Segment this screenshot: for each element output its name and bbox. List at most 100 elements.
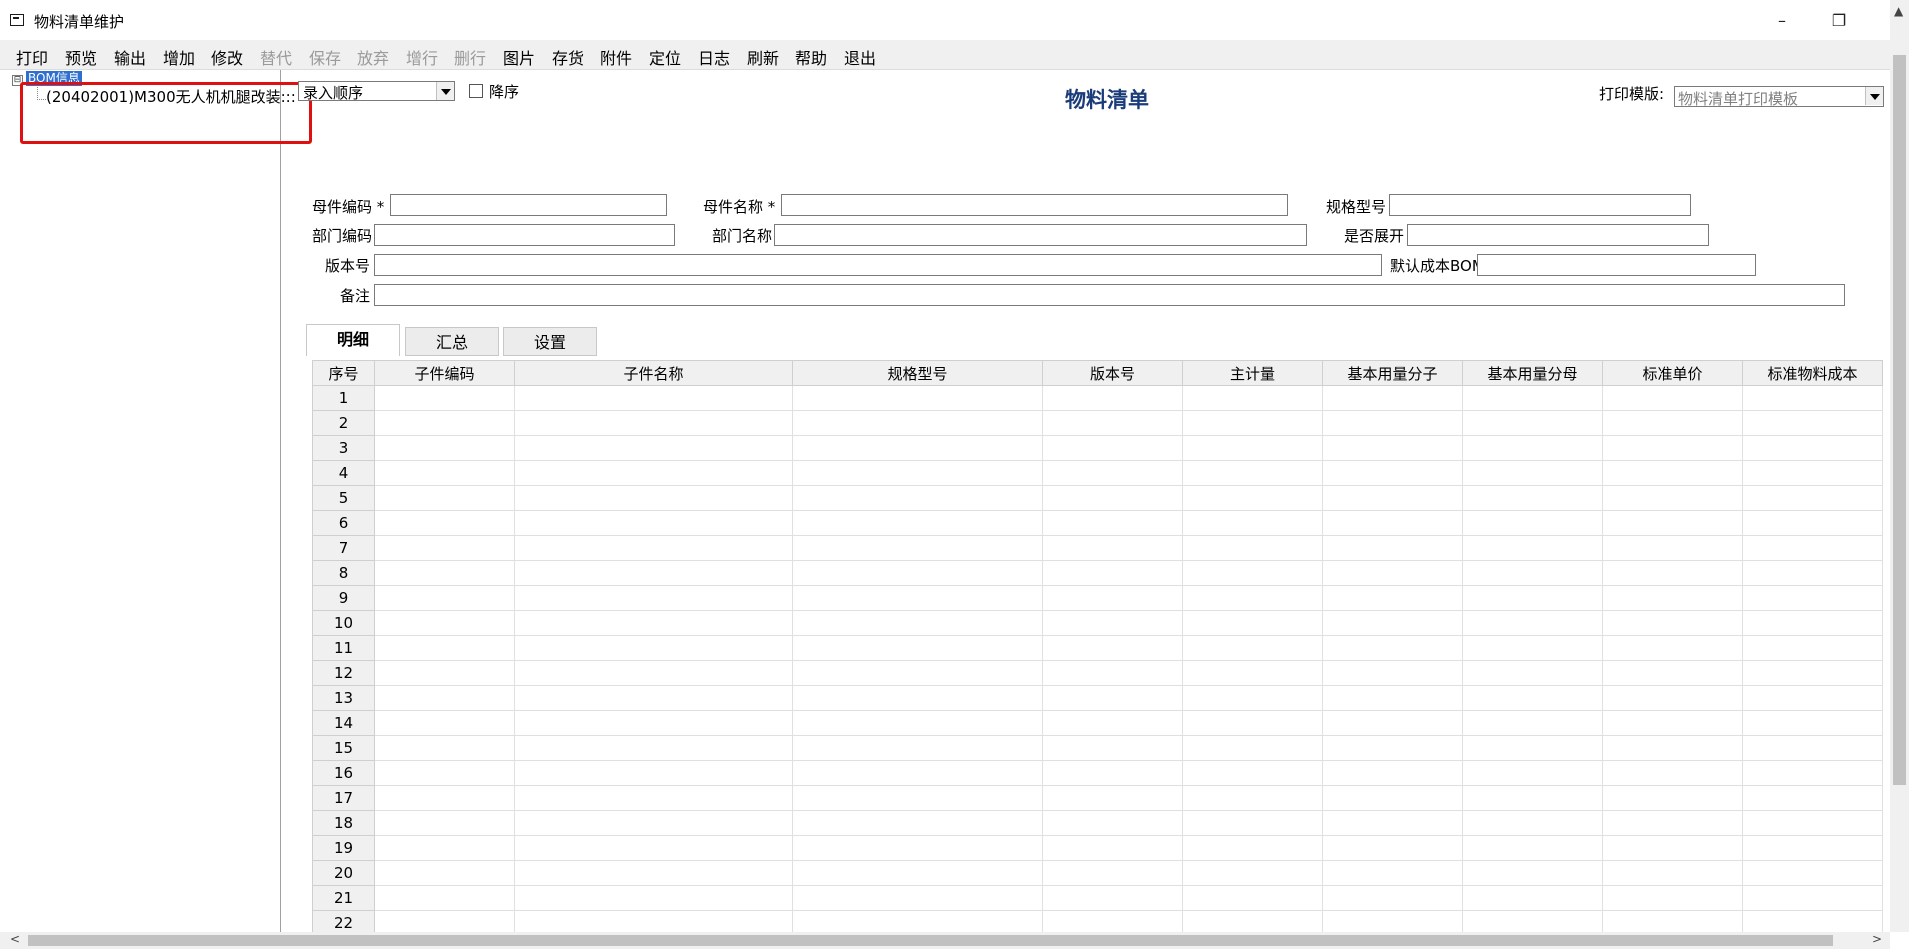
table-cell[interactable] bbox=[1042, 885, 1183, 911]
table-cell[interactable] bbox=[1602, 510, 1743, 536]
table-cell[interactable] bbox=[1462, 810, 1603, 836]
table-cell[interactable] bbox=[1322, 435, 1463, 461]
table-cell[interactable] bbox=[1322, 685, 1463, 711]
table-cell[interactable] bbox=[514, 810, 793, 836]
table-cell[interactable] bbox=[1462, 685, 1603, 711]
version-field[interactable] bbox=[374, 254, 1382, 276]
table-cell[interactable] bbox=[374, 810, 515, 836]
table-cell[interactable] bbox=[1322, 885, 1463, 911]
table-cell[interactable] bbox=[1182, 785, 1323, 811]
table-cell[interactable] bbox=[514, 460, 793, 486]
table-row[interactable]: 2 bbox=[312, 410, 1883, 436]
table-cell[interactable] bbox=[374, 835, 515, 861]
column-header[interactable]: 标准物料成本 bbox=[1742, 360, 1883, 386]
table-cell[interactable] bbox=[1462, 760, 1603, 786]
table-row[interactable]: 21 bbox=[312, 885, 1883, 911]
table-cell[interactable] bbox=[374, 535, 515, 561]
table-cell[interactable] bbox=[1462, 560, 1603, 586]
table-cell[interactable] bbox=[1602, 460, 1743, 486]
table-cell[interactable] bbox=[1042, 560, 1183, 586]
table-cell[interactable] bbox=[514, 885, 793, 911]
table-cell[interactable] bbox=[1322, 710, 1463, 736]
table-cell[interactable] bbox=[1182, 585, 1323, 611]
table-cell[interactable] bbox=[792, 735, 1043, 761]
table-row[interactable]: 15 bbox=[312, 735, 1883, 761]
column-header[interactable]: 子件编码 bbox=[374, 360, 515, 386]
table-cell[interactable] bbox=[374, 685, 515, 711]
menu-log[interactable]: 日志 bbox=[698, 45, 730, 69]
table-cell[interactable] bbox=[514, 610, 793, 636]
table-cell[interactable] bbox=[1322, 810, 1463, 836]
chevron-down-icon[interactable] bbox=[1865, 87, 1883, 105]
table-cell[interactable] bbox=[1182, 535, 1323, 561]
restore-button[interactable]: ❐ bbox=[1819, 6, 1859, 36]
table-row[interactable]: 7 bbox=[312, 535, 1883, 561]
table-cell[interactable] bbox=[1322, 660, 1463, 686]
table-cell[interactable] bbox=[1042, 835, 1183, 861]
table-cell[interactable] bbox=[1602, 810, 1743, 836]
table-cell[interactable] bbox=[1182, 610, 1323, 636]
table-cell[interactable] bbox=[1602, 410, 1743, 436]
table-cell[interactable] bbox=[1742, 535, 1883, 561]
table-cell[interactable] bbox=[1462, 710, 1603, 736]
table-cell[interactable] bbox=[1322, 610, 1463, 636]
table-cell[interactable] bbox=[1322, 410, 1463, 436]
table-cell[interactable] bbox=[1462, 485, 1603, 511]
table-row[interactable]: 8 bbox=[312, 560, 1883, 586]
table-cell[interactable] bbox=[1322, 635, 1463, 661]
table-cell[interactable] bbox=[374, 860, 515, 886]
table-cell[interactable] bbox=[1042, 485, 1183, 511]
menu-refresh[interactable]: 刷新 bbox=[747, 45, 779, 69]
table-cell[interactable] bbox=[514, 835, 793, 861]
table-row[interactable]: 5 bbox=[312, 485, 1883, 511]
table-row[interactable]: 19 bbox=[312, 835, 1883, 861]
sort-order-select[interactable]: 录入顺序 bbox=[298, 81, 455, 102]
parent-code-field[interactable] bbox=[390, 194, 667, 216]
table-cell[interactable] bbox=[1742, 785, 1883, 811]
table-cell[interactable] bbox=[374, 560, 515, 586]
table-cell[interactable] bbox=[792, 635, 1043, 661]
remark-field[interactable] bbox=[374, 284, 1845, 306]
table-row[interactable]: 11 bbox=[312, 635, 1883, 661]
table-cell[interactable] bbox=[1042, 735, 1183, 761]
menu-delete-row[interactable]: 删行 bbox=[454, 45, 486, 69]
table-cell[interactable] bbox=[1042, 510, 1183, 536]
table-cell[interactable] bbox=[1742, 585, 1883, 611]
dept-code-field[interactable] bbox=[374, 224, 675, 246]
table-cell[interactable] bbox=[1742, 610, 1883, 636]
table-cell[interactable] bbox=[1182, 635, 1323, 661]
table-cell[interactable] bbox=[1042, 385, 1183, 411]
table-cell[interactable] bbox=[1602, 685, 1743, 711]
table-cell[interactable] bbox=[792, 385, 1043, 411]
table-cell[interactable] bbox=[514, 560, 793, 586]
table-cell[interactable] bbox=[1042, 760, 1183, 786]
tab-detail[interactable]: 明细 bbox=[306, 324, 400, 356]
table-cell[interactable] bbox=[1742, 710, 1883, 736]
dept-name-field[interactable] bbox=[774, 224, 1307, 246]
table-cell[interactable] bbox=[1042, 610, 1183, 636]
menu-export[interactable]: 输出 bbox=[114, 45, 146, 69]
table-cell[interactable] bbox=[1742, 560, 1883, 586]
table-cell[interactable] bbox=[1182, 735, 1323, 761]
table-cell[interactable] bbox=[374, 385, 515, 411]
table-cell[interactable] bbox=[514, 635, 793, 661]
table-cell[interactable] bbox=[514, 685, 793, 711]
column-header[interactable]: 序号 bbox=[312, 360, 375, 386]
table-cell[interactable] bbox=[1602, 610, 1743, 636]
scroll-up-icon[interactable]: ▲ bbox=[1894, 4, 1903, 18]
table-cell[interactable] bbox=[1602, 835, 1743, 861]
table-cell[interactable] bbox=[1602, 435, 1743, 461]
table-cell[interactable] bbox=[1462, 885, 1603, 911]
table-cell[interactable] bbox=[792, 685, 1043, 711]
table-cell[interactable] bbox=[1322, 510, 1463, 536]
table-cell[interactable] bbox=[374, 510, 515, 536]
table-cell[interactable] bbox=[1182, 860, 1323, 886]
table-cell[interactable] bbox=[514, 410, 793, 436]
column-header[interactable]: 标准单价 bbox=[1602, 360, 1743, 386]
table-cell[interactable] bbox=[514, 760, 793, 786]
table-cell[interactable] bbox=[1602, 735, 1743, 761]
table-cell[interactable] bbox=[1322, 860, 1463, 886]
menu-attachment[interactable]: 附件 bbox=[600, 45, 632, 69]
table-cell[interactable] bbox=[792, 610, 1043, 636]
spec-field[interactable] bbox=[1389, 194, 1691, 216]
